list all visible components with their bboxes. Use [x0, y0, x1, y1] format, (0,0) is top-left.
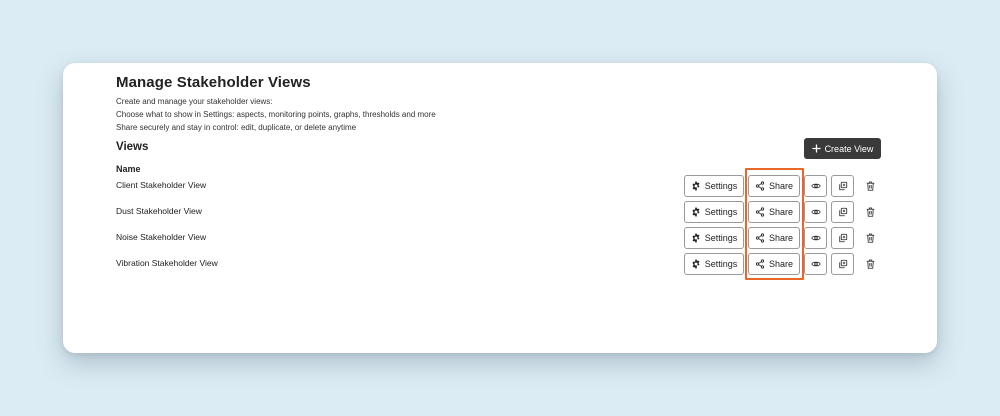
view-button[interactable]	[804, 253, 827, 275]
share-label: Share	[768, 207, 794, 217]
delete-button[interactable]	[862, 175, 878, 197]
settings-label: Settings	[704, 259, 738, 269]
share-label: Share	[768, 181, 794, 191]
gear-icon	[692, 207, 700, 217]
gear-icon	[692, 181, 700, 191]
settings-button[interactable]: Settings	[684, 253, 744, 275]
settings-label: Settings	[704, 207, 738, 217]
duplicate-button[interactable]	[831, 253, 854, 275]
settings-button[interactable]: Settings	[684, 175, 744, 197]
eye-icon	[810, 235, 821, 241]
share-icon	[755, 181, 765, 191]
view-button[interactable]	[804, 227, 827, 249]
trash-icon	[866, 259, 874, 269]
duplicate-icon	[838, 233, 847, 243]
share-label: Share	[768, 233, 794, 243]
trash-icon	[866, 181, 874, 191]
duplicate-button[interactable]	[831, 227, 854, 249]
view-name: Client Stakeholder View	[116, 180, 207, 190]
eye-icon	[810, 261, 821, 267]
plus-icon	[812, 144, 821, 153]
create-view-button[interactable]: Create View	[804, 138, 881, 159]
share-icon	[755, 259, 765, 269]
share-icon	[755, 233, 765, 243]
share-button[interactable]: Share	[748, 253, 800, 275]
description-line-1: Create and manage your stakeholder views…	[116, 97, 273, 106]
gear-icon	[692, 233, 700, 243]
settings-label: Settings	[704, 233, 738, 243]
eye-icon	[810, 183, 821, 189]
share-button[interactable]: Share	[748, 201, 800, 223]
duplicate-button[interactable]	[831, 201, 854, 223]
duplicate-button[interactable]	[831, 175, 854, 197]
settings-button[interactable]: Settings	[684, 227, 744, 249]
view-button[interactable]	[804, 201, 827, 223]
view-name: Dust Stakeholder View	[116, 206, 202, 216]
table-row: Noise Stakeholder View Settings Share	[116, 227, 884, 249]
delete-button[interactable]	[862, 201, 878, 223]
delete-button[interactable]	[862, 227, 878, 249]
settings-button[interactable]: Settings	[684, 201, 744, 223]
page-title: Manage Stakeholder Views	[116, 74, 311, 91]
view-name: Vibration Stakeholder View	[116, 258, 218, 268]
delete-button[interactable]	[862, 253, 878, 275]
duplicate-icon	[838, 181, 847, 191]
share-icon	[755, 207, 765, 217]
description-line-3: Share securely and stay in control: edit…	[116, 123, 357, 132]
card-content: Manage Stakeholder Views Create and mana…	[116, 63, 884, 353]
share-button[interactable]: Share	[748, 227, 800, 249]
table-row: Client Stakeholder View Settings Share	[116, 175, 884, 197]
description-line-2: Choose what to show in Settings: aspects…	[116, 110, 436, 119]
trash-icon	[866, 233, 874, 243]
gear-icon	[692, 259, 700, 269]
duplicate-icon	[838, 207, 847, 217]
create-view-label: Create View	[824, 143, 874, 154]
name-column-header: Name	[116, 164, 141, 174]
table-row: Vibration Stakeholder View Settings Shar…	[116, 253, 884, 275]
duplicate-icon	[838, 259, 847, 269]
share-button[interactable]: Share	[748, 175, 800, 197]
views-section-title: Views	[116, 141, 149, 153]
trash-icon	[866, 207, 874, 217]
share-label: Share	[768, 259, 794, 269]
view-button[interactable]	[804, 175, 827, 197]
view-name: Noise Stakeholder View	[116, 232, 207, 242]
eye-icon	[810, 209, 821, 215]
table-row: Dust Stakeholder View Settings Share	[116, 201, 884, 223]
settings-label: Settings	[704, 181, 738, 191]
manage-views-card: Manage Stakeholder Views Create and mana…	[63, 63, 937, 353]
